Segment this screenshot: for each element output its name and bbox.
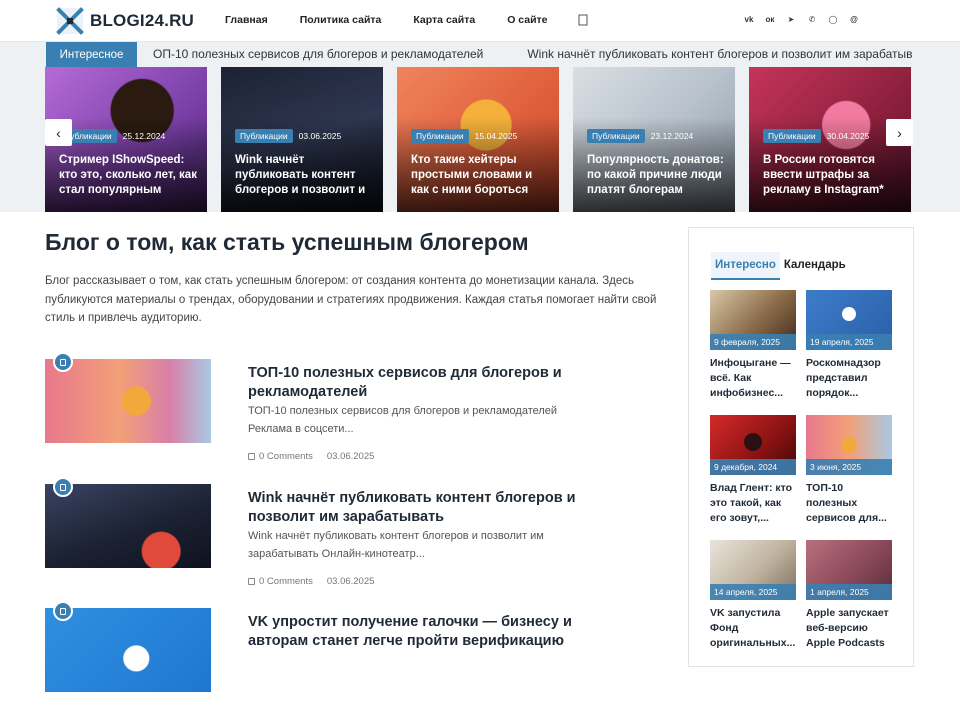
sidebar-post-image: 14 апреля, 2025 xyxy=(710,540,796,600)
sidebar-post[interactable]: 19 апреля, 2025 Роскомнадзор представил … xyxy=(806,290,892,401)
sidebar-post-title[interactable]: Влад Глент: кто это такой, как его зовут… xyxy=(710,481,796,526)
sidebar-post-date: 14 апреля, 2025 xyxy=(710,584,796,600)
card-title[interactable]: Кто такие хейтеры простыми словами и как… xyxy=(411,153,553,198)
post-thumbnail[interactable] xyxy=(45,484,211,568)
post-format-icon xyxy=(53,601,73,621)
sidebar-post-date: 9 декабря, 2024 xyxy=(710,459,796,475)
tab-interesting[interactable]: Интересно xyxy=(711,252,780,280)
mail-icon[interactable]: @ xyxy=(849,14,859,25)
post-format-icon xyxy=(53,352,73,372)
slider-card[interactable]: Публикации 03.06.2025 Wink начнёт публико… xyxy=(221,67,383,212)
ticker-item[interactable]: ОП-10 полезных сервисов для блогеров и р… xyxy=(153,47,483,61)
post-excerpt: ТОП-10 полезных сервисов для блогеров и … xyxy=(248,405,558,435)
telegram-icon[interactable]: ➤ xyxy=(786,14,796,25)
ticker-label: Интересное xyxy=(46,42,137,67)
comments-link[interactable]: 0 Comments xyxy=(248,451,313,462)
sidebar-widget: Интересно Календарь 9 февраля, 2025 Инфо… xyxy=(688,227,914,667)
comments-count: 0 Comments xyxy=(259,576,313,587)
main-nav: Главная Политика сайта Карта сайта О сай… xyxy=(225,14,548,26)
sidebar-post[interactable]: 9 декабря, 2024 Влад Глент: кто это тако… xyxy=(710,415,796,526)
card-title[interactable]: Стример IShowSpeed: кто это, сколько лет… xyxy=(59,153,201,198)
post-meta: 0 Comments 03.06.2025 xyxy=(248,451,374,462)
whatsapp-icon[interactable]: ◯ xyxy=(828,14,838,25)
category-badge[interactable]: Публикации xyxy=(235,129,293,143)
post-item: VK упростит получение галочки — бизнесу … xyxy=(45,601,665,718)
sidebar-post[interactable]: 9 февраля, 2025 Инфоцыгане — всё. Как ин… xyxy=(710,290,796,401)
vk-icon[interactable]: vk xyxy=(744,14,754,25)
sidebar-post[interactable]: 3 июня, 2025 ТОП-10 полезных сервисов дл… xyxy=(806,415,892,526)
social-links: vk ок ➤ ✆ ◯ @ xyxy=(744,14,859,25)
post-title[interactable]: VK упростит получение галочки — бизнесу … xyxy=(248,613,588,651)
nav-item-sitemap[interactable]: Карта сайта xyxy=(413,14,475,26)
post-date: 23.12.2024 xyxy=(650,131,694,141)
post-date: 25.12.2024 xyxy=(122,131,166,141)
comment-icon xyxy=(248,453,255,460)
slider-card[interactable]: Публикации 15.04.2025 Кто такие хейтеры п… xyxy=(397,67,559,212)
post-item: ТОП-10 полезных сервисов для блогеров и … xyxy=(45,352,665,469)
featured-slider: Публикации 25.12.2024 Стример IShowSpeed:… xyxy=(0,67,960,212)
sidebar-post-image: 1 апреля, 2025 xyxy=(806,540,892,600)
nav-item-home[interactable]: Главная xyxy=(225,14,268,26)
nav-item-policy[interactable]: Политика сайта xyxy=(300,14,382,26)
ticker-item[interactable]: Wink начнёт публиковать контент блогеров… xyxy=(527,47,913,61)
site-header: BLOGI24.RU Главная Политика сайта Карта … xyxy=(0,0,960,42)
sidebar-post-title[interactable]: ТОП-10 полезных сервисов для... xyxy=(806,481,892,526)
news-ticker: Интересное ОП-10 полезных сервисов для б… xyxy=(0,42,960,67)
post-format-icon xyxy=(53,477,73,497)
post-excerpt: Wink начнёт публиковать контент блогеров… xyxy=(248,530,544,560)
sidebar-post-date: 19 апреля, 2025 xyxy=(806,334,892,350)
slider-card[interactable]: Публикации 23.12.2024 Популярность донато… xyxy=(573,67,735,212)
comments-link[interactable]: 0 Comments xyxy=(248,576,313,587)
logo-icon xyxy=(56,7,84,35)
card-title[interactable]: Популярность донатов: по какой причине л… xyxy=(587,153,729,198)
odnoklassniki-icon[interactable]: ок xyxy=(765,14,775,25)
sidebar-post-image: 19 апреля, 2025 xyxy=(806,290,892,350)
card-title[interactable]: Wink начнёт публиковать контент блогеров… xyxy=(235,153,377,198)
post-date: 03.06.2025 xyxy=(326,451,375,462)
chevron-left-icon: ‹ xyxy=(56,124,61,141)
sidebar-post-date: 3 июня, 2025 xyxy=(806,459,892,475)
sidebar-post-image: 3 июня, 2025 xyxy=(806,415,892,475)
post-thumbnail[interactable] xyxy=(45,359,211,443)
post-thumbnail[interactable] xyxy=(45,608,211,692)
site-logo[interactable]: BLOGI24.RU xyxy=(56,7,194,35)
card-title[interactable]: В России готовятся ввести штрафы за рекл… xyxy=(763,153,905,198)
nav-item-about[interactable]: О сайте xyxy=(507,14,547,26)
post-title[interactable]: ТОП-10 полезных сервисов для блогеров и … xyxy=(248,364,588,402)
sidebar-post-title[interactable]: Инфоцыгане — всё. Как инфобизнес... xyxy=(710,356,796,401)
post-date: 30.04.2025 xyxy=(826,131,870,141)
site-name: BLOGI24.RU xyxy=(90,11,195,30)
category-badge[interactable]: Публикации xyxy=(587,129,645,143)
comments-count: 0 Comments xyxy=(259,451,313,462)
post-date: 03.06.2025 xyxy=(326,576,375,587)
post-date: 03.06.2025 xyxy=(298,131,342,141)
page-description: Блог рассказывает о том, как стать успеш… xyxy=(45,275,657,324)
tab-calendar[interactable]: Календарь xyxy=(780,252,850,280)
post-title[interactable]: Wink начнёт публиковать контент блогеров… xyxy=(248,489,588,527)
sidebar-post-image: 9 февраля, 2025 xyxy=(710,290,796,350)
comment-icon xyxy=(248,578,255,585)
sidebar-post-image: 9 декабря, 2024 xyxy=(710,415,796,475)
search-icon[interactable] xyxy=(578,14,588,26)
sidebar-post-title[interactable]: Apple запускает веб-версию Apple Podcast… xyxy=(806,606,892,651)
viber-icon[interactable]: ✆ xyxy=(807,14,817,25)
slider-prev-button[interactable]: ‹ xyxy=(45,119,72,146)
post-date: 15.04.2025 xyxy=(474,131,518,141)
sidebar-post[interactable]: 14 апреля, 2025 VK запустила Фонд оригин… xyxy=(710,540,796,651)
sidebar-tabs: Интересно Календарь xyxy=(711,252,850,280)
sidebar-post-date: 9 февраля, 2025 xyxy=(710,334,796,350)
page-title: Блог о том, как стать успешным блогером xyxy=(45,229,529,255)
sidebar-post-date: 1 апреля, 2025 xyxy=(806,584,892,600)
chevron-right-icon: › xyxy=(897,124,902,141)
category-badge[interactable]: Публикации xyxy=(411,129,469,143)
sidebar-post-title[interactable]: VK запустила Фонд оригинальных... xyxy=(710,606,796,651)
post-item: Wink начнёт публиковать контент блогеров… xyxy=(45,477,665,594)
sidebar-post[interactable]: 1 апреля, 2025 Apple запускает веб-верси… xyxy=(806,540,892,651)
category-badge[interactable]: Публикации xyxy=(763,129,821,143)
slider-next-button[interactable]: › xyxy=(886,119,913,146)
sidebar-post-title[interactable]: Роскомнадзор представил порядок... xyxy=(806,356,892,401)
post-meta: 0 Comments 03.06.2025 xyxy=(248,576,374,587)
ticker-track: ОП-10 полезных сервисов для блогеров и р… xyxy=(153,47,913,61)
